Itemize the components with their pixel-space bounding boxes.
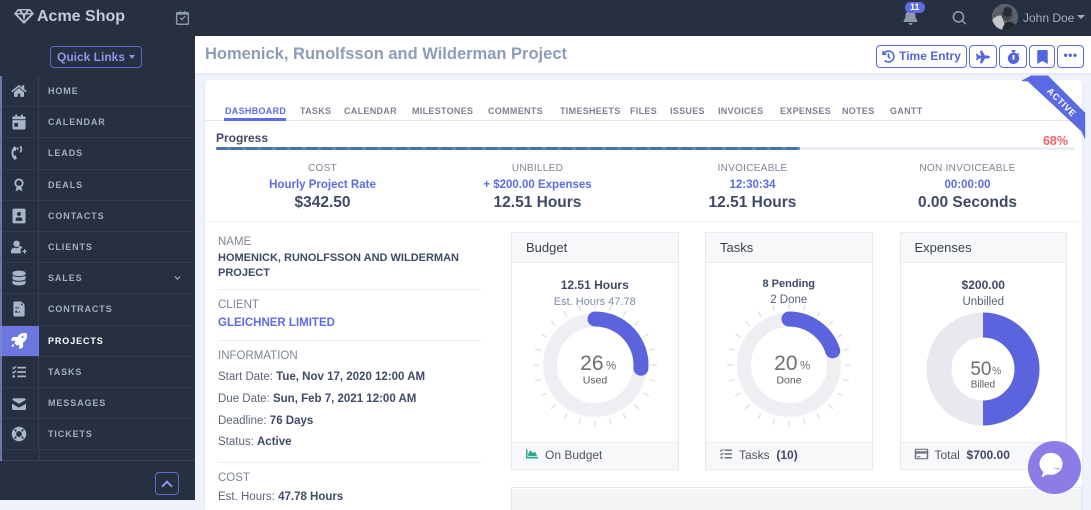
svg-text:50: 50 (971, 359, 992, 380)
svg-text:26: 26 (580, 352, 603, 375)
svg-text:%: % (992, 365, 1001, 377)
svg-text:Billed: Billed (971, 380, 995, 391)
svg-text:%: % (800, 361, 810, 373)
svg-text:Used: Used (582, 375, 607, 387)
svg-text:20: 20 (774, 352, 797, 375)
svg-text:Done: Done (776, 375, 801, 387)
svg-text:%: % (606, 361, 616, 373)
